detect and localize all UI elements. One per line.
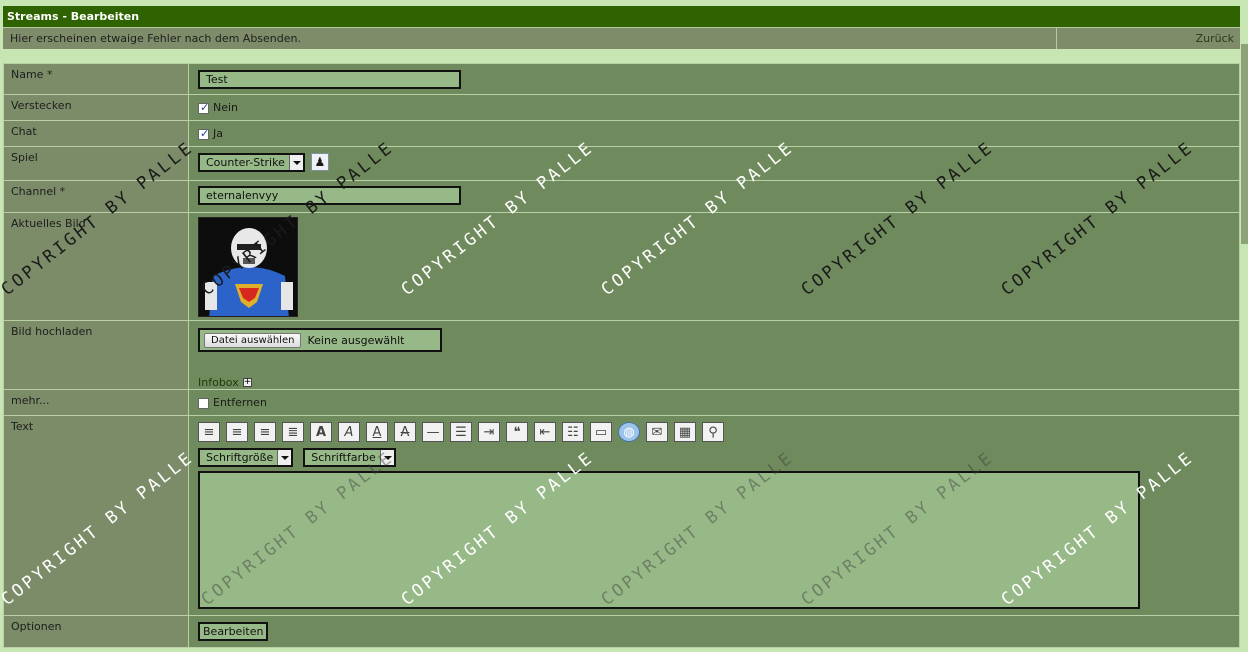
text-label: Text (3, 415, 189, 616)
options-label: Optionen (3, 615, 189, 648)
chat-checkbox[interactable] (198, 127, 209, 140)
list-icon[interactable]: ☷ (562, 422, 584, 442)
table-icon[interactable]: ▦ (674, 422, 696, 442)
align-left-icon[interactable]: ≡ (198, 422, 220, 442)
format-selects: Schriftgröße Schriftfarbe (198, 448, 1239, 467)
scrollbar[interactable] (1241, 44, 1248, 244)
bold-icon[interactable]: A (310, 422, 332, 442)
editor-toolbar: ≡ ≡ ≡ ≣ A A A A — ☰ ⇥ ❝ ⇤ ☷ ▭ ◍ ✉ ▦ ⚲ (198, 422, 1239, 442)
edit-panel: Streams - Bearbeiten Hier erscheinen etw… (3, 6, 1240, 648)
outdent-icon[interactable]: ⇤ (534, 422, 556, 442)
game-select[interactable]: Counter-Strike (198, 153, 305, 172)
font-size-value: Schriftgröße (206, 451, 274, 464)
remove-checkbox[interactable] (198, 397, 209, 409)
more-label: mehr... (3, 389, 189, 416)
italic-icon[interactable]: A (338, 422, 360, 442)
back-link[interactable]: Zurück (1057, 28, 1240, 49)
quote-icon[interactable]: ❝ (506, 422, 528, 442)
indent-icon[interactable]: ⇥ (478, 422, 500, 442)
chat-option-label: Ja (213, 127, 223, 140)
chat-label: Chat (3, 120, 189, 147)
email-icon[interactable]: ✉ (646, 422, 668, 442)
hide-label: Verstecken (3, 94, 189, 121)
name-label: Name * (3, 63, 189, 95)
infobox-label: Infobox (198, 376, 239, 389)
hide-checkbox[interactable] (198, 101, 209, 114)
expand-plus-icon[interactable]: + (242, 378, 252, 387)
error-message: Hier erscheinen etwaige Fehler nach dem … (3, 28, 1057, 49)
align-justify-icon[interactable]: ≣ (282, 422, 304, 442)
name-input[interactable]: Test (198, 70, 461, 89)
strikethrough-icon[interactable]: A (394, 422, 416, 442)
chevron-down-icon (288, 155, 303, 170)
chevron-down-icon (379, 450, 394, 465)
infobox-toggle[interactable]: Infobox + (198, 376, 1239, 389)
search-icon[interactable]: ⚲ (702, 422, 724, 442)
channel-input[interactable]: eternalenvyy (198, 186, 461, 205)
submit-button[interactable]: Bearbeiten (198, 622, 269, 641)
file-status: Keine ausgewählt (307, 333, 405, 347)
game-select-value: Counter-Strike (206, 156, 285, 169)
align-right-icon[interactable]: ≡ (254, 422, 276, 442)
text-editor[interactable] (198, 471, 1140, 609)
game-label: Spiel (3, 146, 189, 181)
font-color-value: Schriftfarbe (311, 451, 376, 464)
font-color-select[interactable]: Schriftfarbe (303, 448, 396, 467)
horizontal-rule-icon[interactable]: — (422, 422, 444, 442)
hide-option-label: Nein (213, 101, 239, 114)
stream-form: Name * Test Verstecken Nein Chat Ja Spie… (3, 63, 1240, 648)
picture-label: Aktuelles Bild (3, 212, 189, 321)
game-icon[interactable]: ♟ (310, 153, 329, 171)
chevron-down-icon (277, 450, 292, 465)
error-bar: Hier erscheinen etwaige Fehler nach dem … (3, 27, 1240, 49)
channel-label: Channel * (3, 180, 189, 213)
choose-file-button[interactable]: Datei auswählen (204, 332, 302, 348)
paragraph-icon[interactable]: ☰ (450, 422, 472, 442)
image-icon[interactable]: ▭ (590, 422, 612, 442)
font-size-select[interactable]: Schriftgröße (198, 448, 294, 467)
remove-option-label: Entfernen (213, 396, 267, 409)
file-upload-field[interactable]: Datei auswählen Keine ausgewählt (198, 328, 442, 352)
page-title: Streams - Bearbeiten (3, 6, 1240, 27)
link-globe-icon[interactable]: ◍ (618, 422, 640, 442)
align-center-icon[interactable]: ≡ (226, 422, 248, 442)
upload-label: Bild hochladen (3, 320, 189, 390)
stream-picture (198, 217, 298, 317)
underline-icon[interactable]: A (366, 422, 388, 442)
